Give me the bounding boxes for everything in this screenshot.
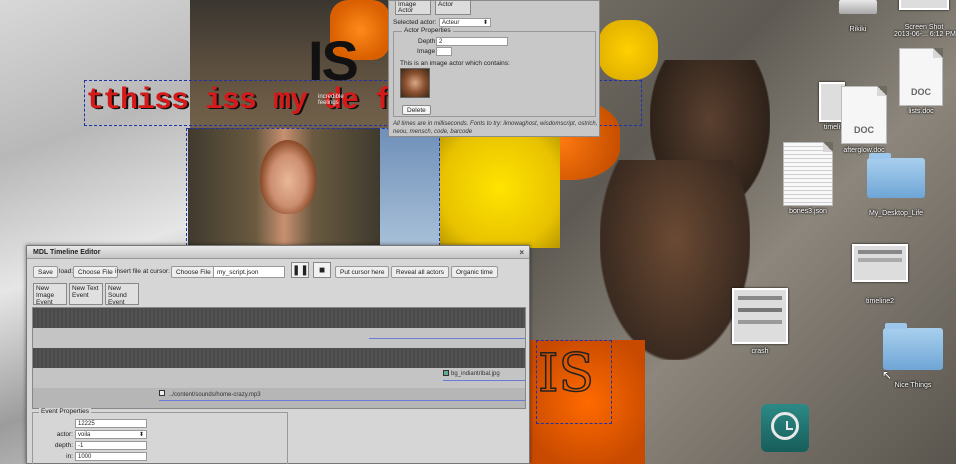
doc-type-tag: DOC (911, 87, 931, 97)
desktop-icon-rikiki[interactable]: Rikiki (836, 0, 880, 33)
desktop-icon-label: timeline2 (865, 298, 894, 305)
sound-clip-marker[interactable] (159, 390, 165, 396)
track-row[interactable] (33, 348, 525, 368)
desktop-icon-timeline2[interactable]: timeline2 (850, 244, 910, 305)
document-icon: DOC (899, 48, 943, 106)
editor-titlebar[interactable]: MDL Timeline Editor × (27, 246, 529, 259)
delete-button[interactable]: Delete (402, 105, 431, 115)
actor-properties: Actor Properties Depth 2 Image This is a… (393, 27, 596, 117)
timeline-editor-window: MDL Timeline Editor × Save load: Choose … (26, 245, 530, 464)
selected-actor-select[interactable]: Acteur ⬍ (439, 18, 491, 27)
actor-select[interactable]: voila ⬍ (75, 430, 147, 439)
image-actor-desc: This is an image actor which contains: (400, 60, 510, 67)
ghost-is-text: IS (537, 343, 595, 405)
image-actor-bounds[interactable] (186, 128, 440, 246)
image-clip-marker[interactable] (443, 370, 449, 376)
load-file-button[interactable]: Choose File (73, 266, 118, 278)
sound-clip-label: ../content/sounds/home-crazy.mp3 (169, 392, 261, 398)
desktop-icon-sublabel: 2013-06-... 6:12 PM (894, 31, 956, 38)
close-icon[interactable]: × (519, 248, 524, 257)
json-file-icon (783, 142, 833, 206)
mouse-pointer-icon: ↖ (882, 368, 893, 382)
reveal-actors-button[interactable]: Reveal all actors (391, 266, 450, 278)
screenshot-thumb-icon (899, 0, 949, 10)
insert-label: insert file at cursor: (115, 268, 170, 275)
desktop-icon-label: Nice Things (894, 382, 932, 389)
load-label: load: (59, 268, 74, 275)
new-text-event-button[interactable]: New Text Event (69, 283, 103, 305)
tab-image-actor[interactable]: Image Actor (395, 1, 431, 15)
selected-actor-label: Selected actor: (393, 19, 437, 26)
in-label: in: (66, 453, 73, 460)
desktop-icon-my-desktop-life[interactable]: My_Desktop_Life (858, 153, 934, 217)
screenshot-thumb-icon (732, 288, 788, 344)
new-sound-event-button[interactable]: New Sound Event (105, 283, 139, 306)
desktop-icon-label: lists.doc (908, 108, 934, 115)
desktop-icon-crash[interactable]: crash (730, 288, 790, 355)
desktop-icon-label: Screen Shot (904, 24, 944, 31)
organic-time-button[interactable]: Organic time (451, 266, 498, 278)
actor-panel: Image Actor Actor Selected actor: Acteur… (388, 0, 600, 137)
insert-file-button[interactable]: Choose File (171, 266, 216, 278)
event-duration-line (369, 338, 525, 339)
time-note: All times are in milliseconds. Fonts to … (393, 121, 598, 135)
stop-icon[interactable]: ■ (313, 262, 331, 278)
depth-label: Depth (418, 38, 436, 45)
desktop-icon-label: bones3.json (789, 208, 827, 215)
desktop-icon-label: Rikiki (849, 26, 867, 33)
flowers-photo-actor (440, 128, 560, 248)
editor-toolbar: Save load: Choose File insert file at cu… (31, 262, 527, 278)
time-machine-icon (761, 404, 809, 452)
actor-properties-legend: Actor Properties (402, 27, 453, 34)
actor-select-value: voila (78, 432, 91, 438)
save-button[interactable]: Save (33, 266, 58, 278)
track-row[interactable] (33, 308, 525, 328)
event-duration-line (443, 380, 525, 381)
timeline-tracks[interactable]: bg_indiantribal.jpg ../content/sounds/ho… (32, 307, 526, 409)
editor-title: MDL Timeline Editor (33, 249, 101, 256)
depth-input[interactable]: -1 (75, 441, 147, 450)
folder-icon (883, 323, 943, 370)
desktop-icon-afterglow-doc[interactable]: DOC afterglow.doc (838, 86, 890, 154)
new-image-event-button[interactable]: New Image Event (33, 283, 67, 306)
desktop-icon-label: My_Desktop_Life (868, 210, 924, 217)
image-clip-label: bg_indiantribal.jpg (451, 371, 500, 377)
event-duration-line (159, 400, 525, 401)
put-cursor-button[interactable]: Put cursor here (335, 266, 390, 278)
title-text-actor: tthiss iss my de fe (86, 84, 410, 118)
desktop-icon-lists-doc[interactable]: DOC lists.doc (896, 48, 946, 115)
drive-icon (839, 0, 877, 14)
event-time-input[interactable]: 12225 (75, 419, 147, 428)
selected-actor-value: Acteur (442, 20, 460, 26)
event-properties: Event Properties 12225 actor: voila ⬍ de… (32, 408, 288, 464)
tiny-caption: incredible feelings (318, 94, 344, 106)
desktop-icon-bones-json[interactable]: bones3.json (776, 142, 840, 215)
doc-type-tag: DOC (854, 125, 874, 135)
script-name-input[interactable]: my_script.json (213, 266, 285, 278)
event-properties-legend: Event Properties (39, 408, 92, 415)
chevron-down-icon: ⬍ (482, 20, 488, 26)
in-input[interactable]: 1000 (75, 452, 147, 461)
depth-input[interactable]: 2 (436, 37, 508, 46)
screenshot-thumb-icon (852, 244, 908, 282)
image-label: Image (417, 48, 436, 55)
tab-actor[interactable]: Actor (435, 1, 471, 15)
actor-thumbnail (400, 68, 430, 98)
desktop-icon-screenshot[interactable]: Screen Shot 2013-06-... 6:12 PM (894, 0, 956, 38)
actor-label: actor: (56, 431, 73, 438)
image-select[interactable] (436, 47, 452, 56)
depth-label: depth: (54, 442, 73, 449)
desktop-icon-time-machine[interactable] (756, 404, 814, 452)
chevron-down-icon: ⬍ (138, 432, 144, 438)
track-row[interactable] (33, 388, 525, 408)
folder-icon (867, 153, 925, 198)
pause-icon[interactable]: ❚❚ (291, 262, 309, 278)
document-icon: DOC (841, 86, 887, 144)
desktop-icon-label: crash (751, 348, 769, 355)
